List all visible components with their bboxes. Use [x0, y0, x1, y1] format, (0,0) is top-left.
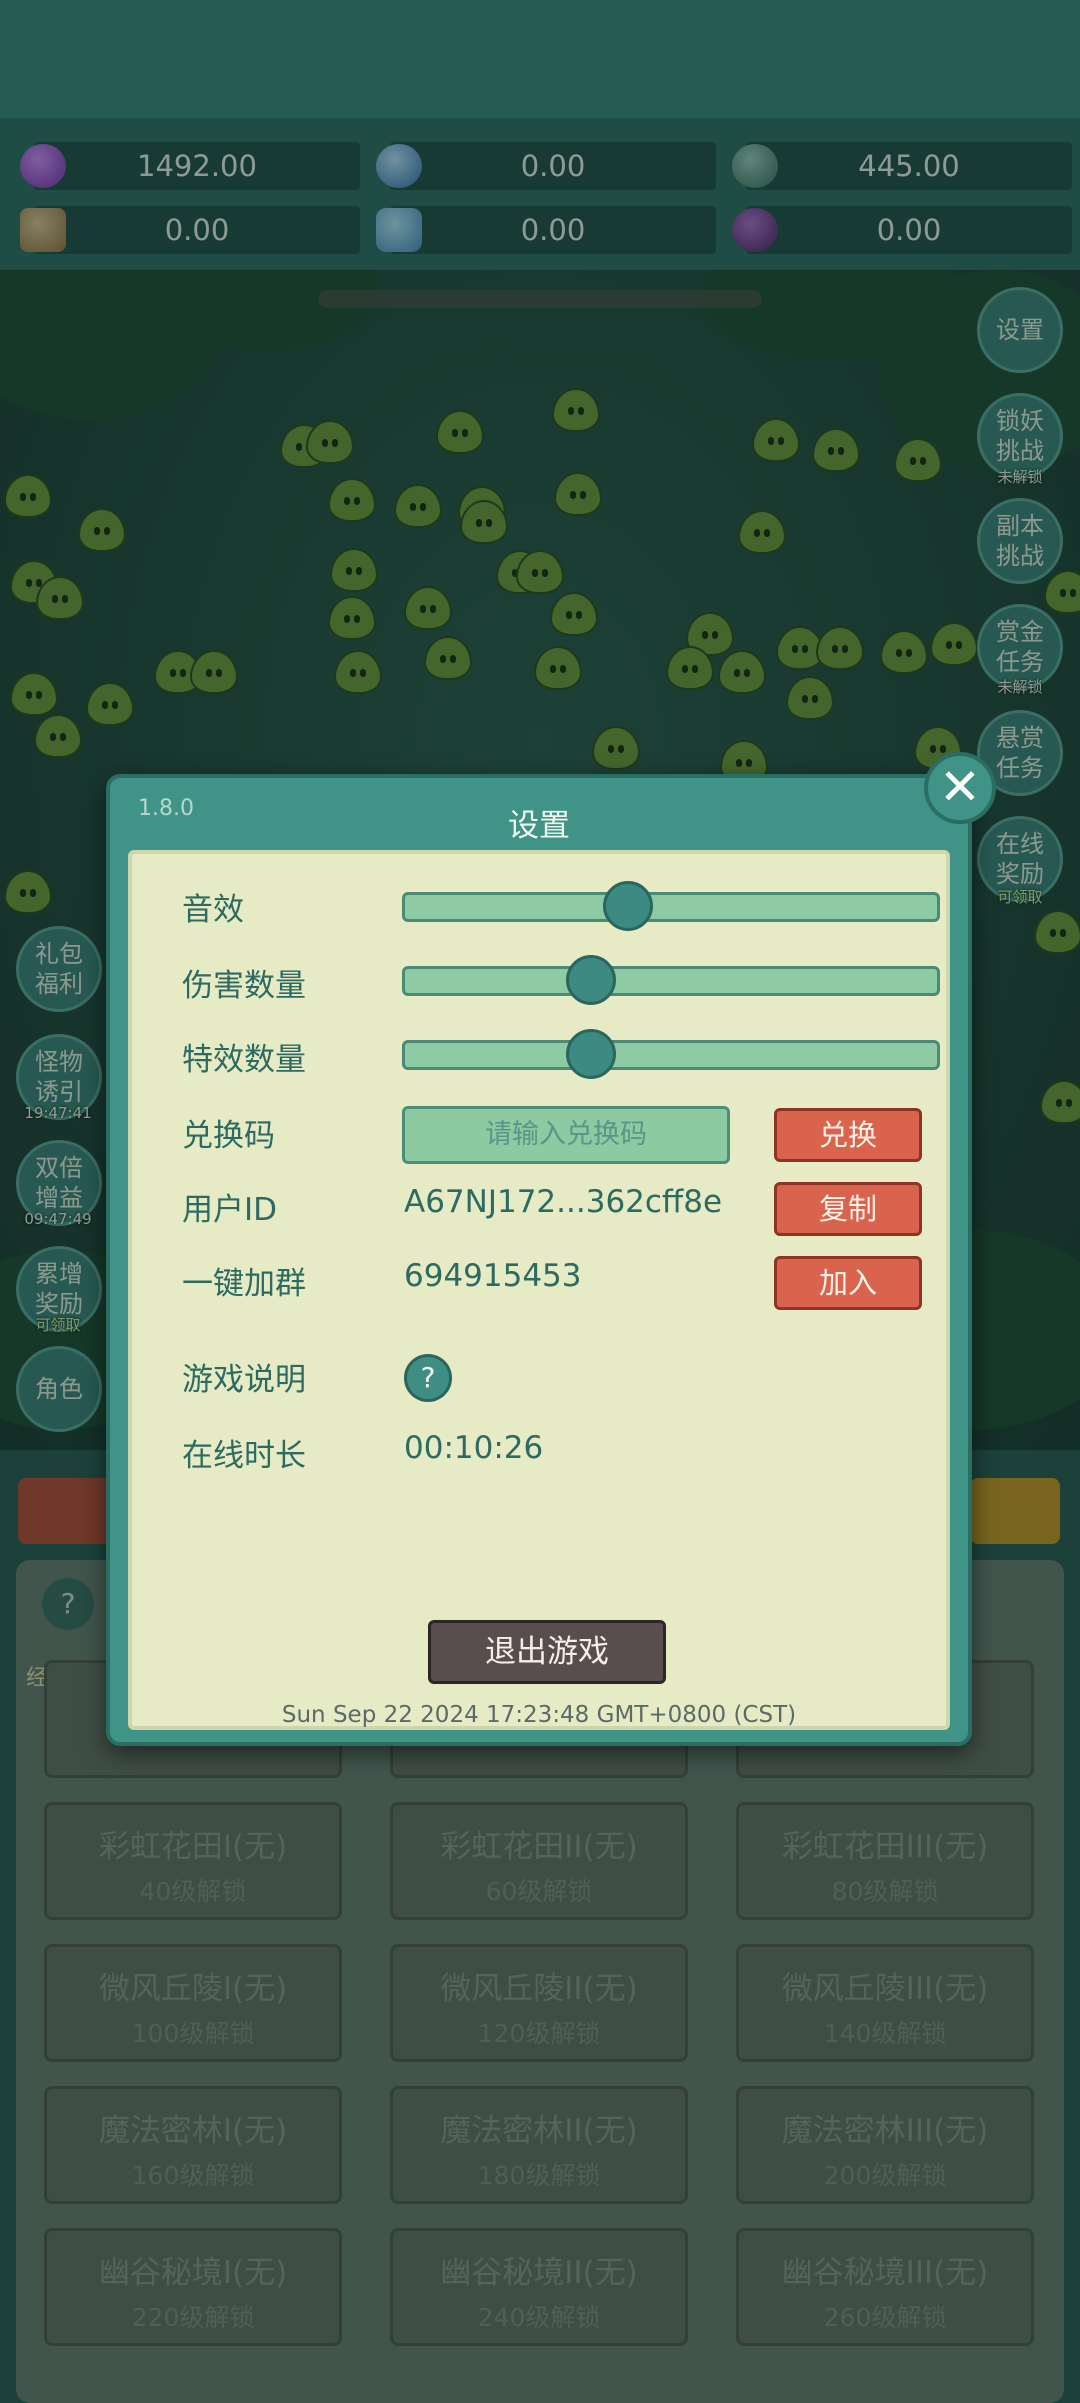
effects-count-slider[interactable] [402, 1029, 940, 1079]
redeem-button[interactable]: 兑换 [774, 1108, 922, 1162]
game-guide-label: 游戏说明 [182, 1362, 306, 1398]
datetime-label: Sun Sep 22 2024 17:23:48 GMT+0800 (CST) [281, 1702, 797, 1728]
userid-value: A67NJ172...362cff8e [404, 1184, 723, 1220]
copy-button[interactable]: 复制 [774, 1182, 922, 1236]
help-icon[interactable]: ? [404, 1354, 452, 1402]
damage-count-label: 伤害数量 [182, 968, 306, 1004]
sound-label: 音效 [182, 892, 244, 928]
settings-panel: 音效 伤害数量 特效数量 兑换码 请输入兑换码 兑换 用户ID A67NJ172… [128, 850, 950, 1730]
slider-handle[interactable] [566, 1029, 617, 1079]
join-group-label: 一键加群 [182, 1266, 306, 1302]
online-time-value: 00:10:26 [404, 1430, 544, 1466]
redeem-code-input[interactable]: 请输入兑换码 [402, 1106, 730, 1164]
userid-label: 用户ID [182, 1192, 278, 1228]
join-button[interactable]: 加入 [774, 1256, 922, 1310]
redeem-label: 兑换码 [182, 1118, 275, 1154]
online-time-label: 在线时长 [182, 1438, 306, 1474]
exit-game-button[interactable]: 退出游戏 [428, 1620, 666, 1684]
effects-count-label: 特效数量 [182, 1042, 306, 1078]
group-number: 694915453 [404, 1258, 582, 1294]
sound-slider[interactable] [402, 881, 940, 931]
slider-handle[interactable] [566, 955, 617, 1005]
slider-handle[interactable] [603, 881, 654, 931]
close-icon[interactable]: ✕ [924, 752, 996, 824]
settings-dialog: 1.8.0 设置 音效 伤害数量 特效数量 兑换码 请输入兑换码 兑换 用户ID… [106, 774, 972, 1746]
dialog-title: 设置 [508, 808, 570, 844]
damage-count-slider[interactable] [402, 955, 940, 1005]
